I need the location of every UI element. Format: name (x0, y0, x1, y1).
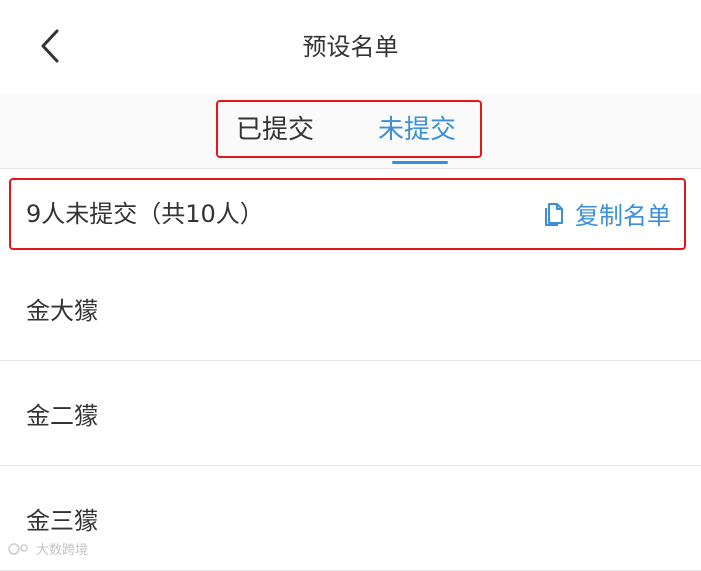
list-item[interactable]: 金大獴 (0, 256, 701, 361)
copy-list-label: 复制名单 (575, 201, 671, 230)
copy-document-icon (545, 203, 563, 226)
tab-unsubmitted[interactable]: 未提交 (378, 112, 456, 148)
list-item-name: 金大獴 (26, 296, 98, 325)
header-bar: 预设名单 (0, 0, 701, 94)
watermark: 大数跨境 (8, 539, 88, 558)
active-tab-indicator (392, 161, 448, 164)
watermark-text: 大数跨境 (36, 543, 89, 558)
tab-submitted[interactable]: 已提交 (236, 112, 314, 148)
watermark-logo-icon (8, 542, 28, 555)
list-item[interactable]: 金三獴 (0, 466, 701, 571)
list-item-name: 金三獴 (26, 506, 98, 535)
page-title: 预设名单 (302, 33, 399, 61)
name-list: 金大獴 金二獴 金三獴 (0, 256, 701, 571)
list-item-name: 金二獴 (26, 401, 98, 430)
copy-list-button[interactable]: 复制名单 (543, 195, 671, 231)
unsubmitted-count-text: 9人未提交（共10人） (26, 200, 264, 228)
list-item[interactable]: 金二獴 (0, 361, 701, 466)
